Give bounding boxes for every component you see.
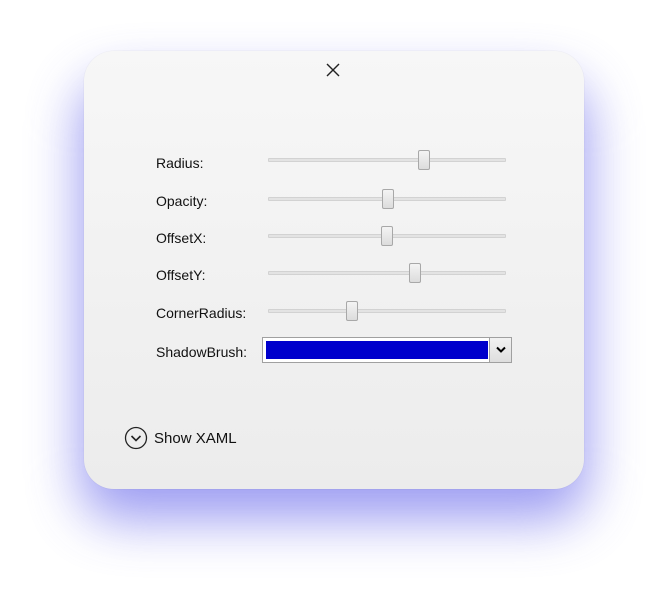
radius-label: Radius: — [156, 155, 204, 171]
offsety-slider-thumb[interactable] — [409, 263, 422, 283]
cornerradius-label: CornerRadius: — [156, 305, 247, 321]
chevron-down-circle-icon — [124, 426, 148, 450]
dropdown-button[interactable] — [489, 338, 511, 362]
shadowbrush-combobox[interactable] — [262, 337, 512, 363]
offsetx-label: OffsetX: — [156, 230, 207, 246]
close-icon — [326, 63, 340, 77]
opacity-slider-thumb[interactable] — [382, 189, 395, 209]
close-button[interactable] — [321, 58, 345, 82]
cornerradius-slider-thumb[interactable] — [345, 301, 358, 321]
color-swatch — [266, 341, 488, 359]
opacity-label: Opacity: — [156, 193, 208, 209]
offsetx-slider-thumb[interactable] — [381, 226, 393, 246]
radius-slider-thumb[interactable] — [418, 150, 431, 170]
chevron-down-icon — [495, 346, 506, 353]
show-xaml-button[interactable]: Show XAML — [124, 426, 237, 450]
show-xaml-label: Show XAML — [154, 429, 237, 447]
shadowbrush-label: ShadowBrush: — [156, 344, 248, 360]
radius-slider-track[interactable] — [268, 158, 506, 162]
cornerradius-slider-track[interactable] — [268, 309, 506, 313]
offsety-slider-track[interactable] — [268, 271, 506, 275]
offsety-label: OffsetY: — [156, 267, 206, 283]
